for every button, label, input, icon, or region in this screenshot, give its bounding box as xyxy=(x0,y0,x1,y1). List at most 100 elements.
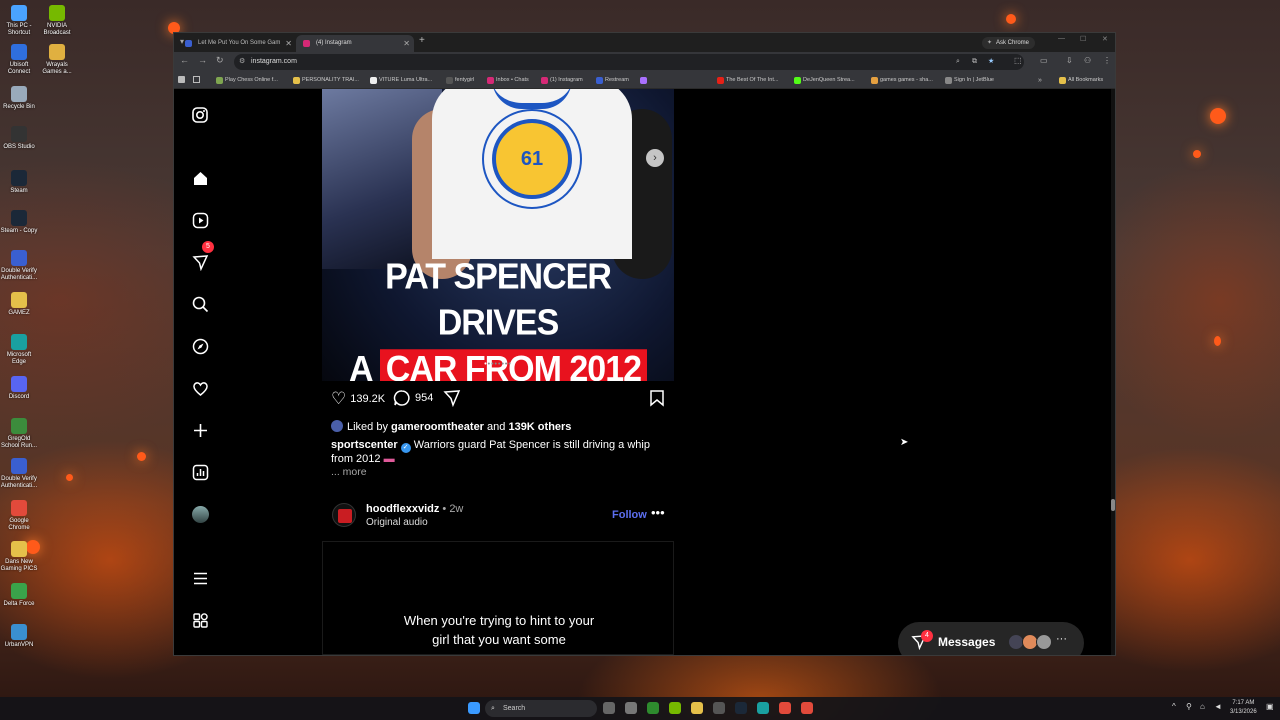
like-button[interactable]: ♡ 139.2K xyxy=(331,389,385,409)
edge-icon[interactable] xyxy=(757,702,769,714)
maximize-button[interactable]: ☐ xyxy=(1080,35,1086,43)
desktop-icon[interactable]: Ubisoft Connect xyxy=(0,44,38,76)
bookmark-item[interactable]: fentygirl xyxy=(446,72,474,89)
more-menu-icon[interactable] xyxy=(190,568,210,588)
post-options-icon[interactable]: ••• xyxy=(651,505,665,520)
address-bar[interactable]: ⚙ instagram.com ⌕ ⧉ ★ xyxy=(234,54,1024,70)
desktop-icon[interactable]: Recycle Bin xyxy=(0,86,38,111)
bookmark-item[interactable]: PERSONALITY TRAI... xyxy=(293,72,359,89)
calculator-icon[interactable] xyxy=(713,702,725,714)
install-icon[interactable]: ⧉ xyxy=(972,54,977,70)
volume-icon[interactable]: ◄ xyxy=(1214,702,1222,711)
bookmark-item[interactable]: Play Chess Online f... xyxy=(216,72,278,89)
tray-icon[interactable]: ⚲ xyxy=(1186,702,1192,711)
desktop-icon[interactable]: GregOld School Run... xyxy=(0,418,38,450)
liked-by-user[interactable]: gameroomtheater xyxy=(391,421,484,433)
post-author[interactable]: sportscenter xyxy=(331,439,398,451)
file-explorer-icon[interactable] xyxy=(691,702,703,714)
menu-icon[interactable]: ⋮ xyxy=(1103,56,1111,65)
close-tab-icon[interactable]: ✕ xyxy=(403,35,410,52)
new-tab-button[interactable]: + xyxy=(419,35,425,46)
carousel-next-button[interactable]: › xyxy=(646,149,664,167)
nvidia-icon[interactable] xyxy=(669,702,681,714)
apps-icon[interactable] xyxy=(178,76,185,83)
profile-icon[interactable]: ⚇ xyxy=(1084,56,1091,65)
desktop-icon[interactable]: Steam xyxy=(0,170,38,195)
chrome-icon[interactable] xyxy=(801,702,813,714)
share-button[interactable] xyxy=(443,389,461,407)
settings-icon[interactable] xyxy=(625,702,637,714)
bookmark-item[interactable]: (1) Instagram xyxy=(541,72,583,89)
tray-chevron-icon[interactable]: ^ xyxy=(1172,702,1176,711)
close-tab-icon[interactable]: ✕ xyxy=(285,35,292,52)
side-panel-icon[interactable]: ▭ xyxy=(1040,56,1048,65)
also-from-meta-icon[interactable] xyxy=(190,610,210,630)
desktop-icon[interactable]: OBS Studio xyxy=(0,126,38,151)
bookmark-item[interactable]: Sign In | JetBlue xyxy=(945,72,994,89)
liked-by-others[interactable]: 139K others xyxy=(508,421,571,433)
desktop-icon[interactable]: UrbanVPN xyxy=(0,624,38,649)
desktop-icon[interactable]: Double Verify Authenticati... xyxy=(0,250,38,282)
bookmark-item[interactable]: All Bookmarks xyxy=(1059,72,1103,89)
create-plus-icon[interactable] xyxy=(190,420,210,440)
messages-icon[interactable] xyxy=(190,252,210,272)
more-bookmarks-icon[interactable]: » xyxy=(1038,72,1042,89)
tab-youtube-video[interactable]: Let Me Put You On Some Gam ✕ xyxy=(178,35,296,52)
post2-video[interactable]: When you're trying to hint to your girl … xyxy=(322,541,674,655)
scroll-thumb[interactable] xyxy=(1111,499,1115,511)
home-icon[interactable] xyxy=(190,168,210,188)
bookmark-item[interactable]: The Best Of The Int... xyxy=(717,72,778,89)
tab-instagram[interactable]: (4) Instagram ✕ xyxy=(296,35,414,52)
forward-icon[interactable]: → xyxy=(198,55,207,65)
page-scrollbar[interactable] xyxy=(1111,89,1115,655)
comment-button[interactable]: 954 xyxy=(393,389,433,407)
save-button[interactable] xyxy=(649,389,665,407)
desktop-icon[interactable]: GAMEZ xyxy=(0,292,38,317)
bookmark-item[interactable]: Restream xyxy=(596,72,629,89)
dashboard-icon[interactable] xyxy=(190,462,210,482)
desktop-icon[interactable]: Google Chrome xyxy=(0,500,38,532)
post2-author[interactable]: hoodflexxvidz xyxy=(366,503,439,515)
desktop-icon[interactable]: Double Verify Authenticati... xyxy=(0,458,38,490)
chrome-icon[interactable] xyxy=(779,702,791,714)
start-icon[interactable] xyxy=(468,702,480,714)
bookmark-item[interactable]: DeJenQueen Strea... xyxy=(794,72,855,89)
instagram-logo-icon[interactable] xyxy=(190,105,210,125)
back-icon[interactable]: ← xyxy=(180,55,189,65)
post-carousel-image[interactable]: 61 PAT SPENCER DRIVES A CAR FROM 2012 › … xyxy=(322,89,674,381)
zoom-icon[interactable]: ⌕ xyxy=(956,54,960,70)
network-icon[interactable]: ⌂ xyxy=(1200,702,1205,711)
desktop-icon[interactable]: Dans New Gaming PICS xyxy=(0,541,38,573)
search-icon[interactable] xyxy=(190,294,210,314)
profile-avatar[interactable] xyxy=(190,504,210,524)
explore-icon[interactable] xyxy=(190,336,210,356)
bookmark-star-icon[interactable]: ★ xyxy=(988,54,994,70)
desktop-icon[interactable]: NVIDIA Broadcast xyxy=(38,5,76,37)
downloads-icon[interactable]: ⇩ xyxy=(1066,56,1073,65)
bookmark-item[interactable]: Inbox • Chats xyxy=(487,72,529,89)
play-icon[interactable] xyxy=(647,702,659,714)
grid-icon[interactable] xyxy=(193,76,200,83)
post2-avatar[interactable] xyxy=(332,503,356,527)
site-info-icon[interactable]: ⚙ xyxy=(239,54,245,70)
desktop-icon[interactable]: Wrayals Games a... xyxy=(38,44,76,76)
bookmark-item[interactable]: games games - sha... xyxy=(871,72,933,89)
ask-chrome-button[interactable]: ✦ Ask Chrome xyxy=(982,37,1036,49)
desktop-icon[interactable]: This PC - Shortcut xyxy=(0,5,38,37)
desktop-icon[interactable]: Delta Force xyxy=(0,583,38,608)
task-view-icon[interactable] xyxy=(603,702,615,714)
extensions-icon[interactable]: ⬚ xyxy=(1014,56,1022,65)
taskbar-search[interactable]: ⌕ Search xyxy=(485,700,597,717)
bookmark-item[interactable]: VITURE Luma Ultra... xyxy=(370,72,432,89)
reload-icon[interactable]: ↻ xyxy=(216,55,224,66)
desktop-icon[interactable]: Microsoft Edge xyxy=(0,334,38,366)
messages-pill[interactable]: 4 Messages ··· xyxy=(898,622,1084,655)
minimize-button[interactable]: — xyxy=(1058,35,1065,42)
reels-icon[interactable] xyxy=(190,210,210,230)
steam-icon[interactable] xyxy=(735,702,747,714)
desktop-icon[interactable]: Steam - Copy xyxy=(0,210,38,235)
heart-icon[interactable] xyxy=(190,378,210,398)
post2-audio[interactable]: Original audio xyxy=(366,517,428,528)
notifications-icon[interactable]: ▣ xyxy=(1266,702,1274,711)
more-link[interactable]: ... more xyxy=(331,466,367,478)
